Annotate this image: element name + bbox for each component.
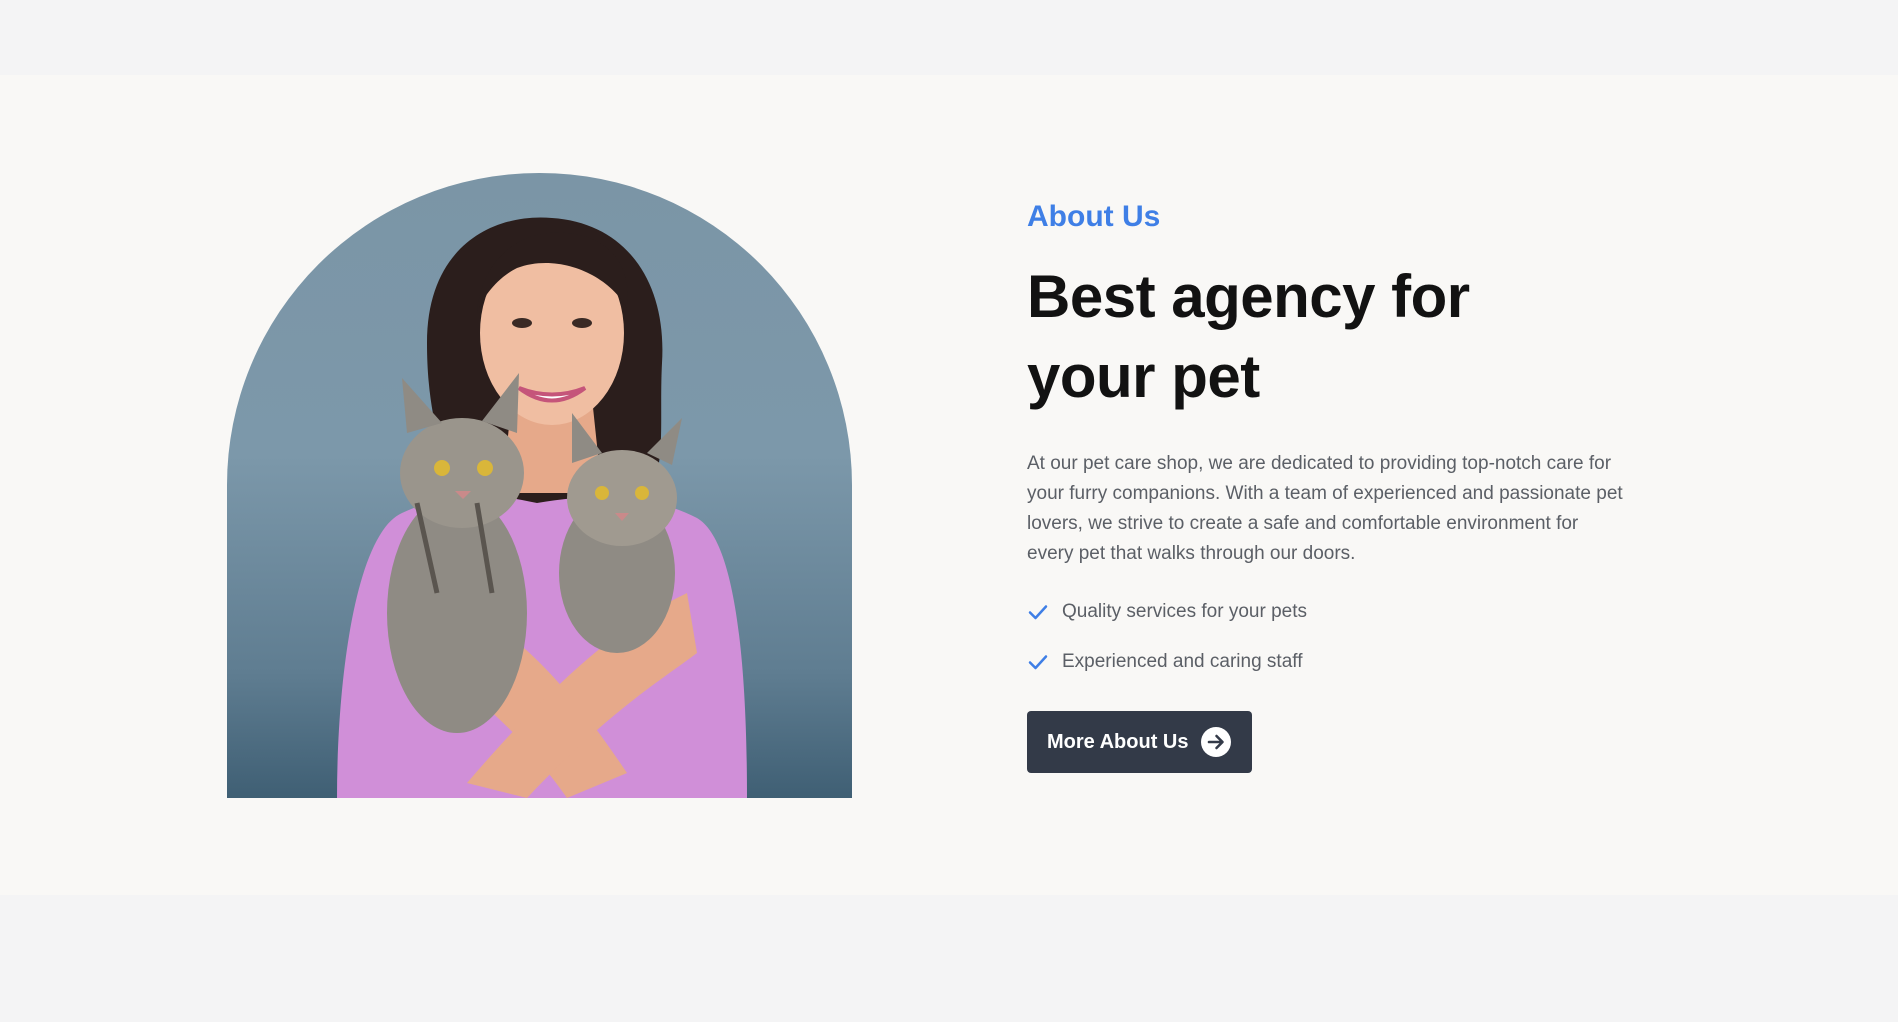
section-heading: Best agency for your pet	[1027, 263, 1470, 410]
more-about-us-button[interactable]: More About Us	[1027, 711, 1252, 773]
section-description: At our pet care shop, we are dedicated t…	[1027, 453, 1623, 564]
button-label: More About Us	[1047, 730, 1189, 753]
feature-list: Quality services for your pets Experienc…	[1027, 595, 1647, 679]
feature-label: Experienced and caring staff	[1062, 651, 1303, 672]
feature-label: Quality services for your pets	[1062, 601, 1307, 622]
about-section: About Us Best agency for your pet At our…	[0, 75, 1898, 895]
list-item: Experienced and caring staff	[1027, 645, 1647, 679]
list-item: Quality services for your pets	[1027, 595, 1647, 629]
arrow-right-circle-icon	[1200, 726, 1232, 758]
section-eyebrow: About Us	[1027, 200, 1161, 233]
check-icon	[1027, 601, 1049, 623]
page: About Us Best agency for your pet At our…	[0, 0, 1898, 1022]
check-icon	[1027, 651, 1049, 673]
about-content: About Us Best agency for your pet At our…	[1027, 195, 1647, 773]
woman-with-cats-image	[227, 173, 852, 798]
